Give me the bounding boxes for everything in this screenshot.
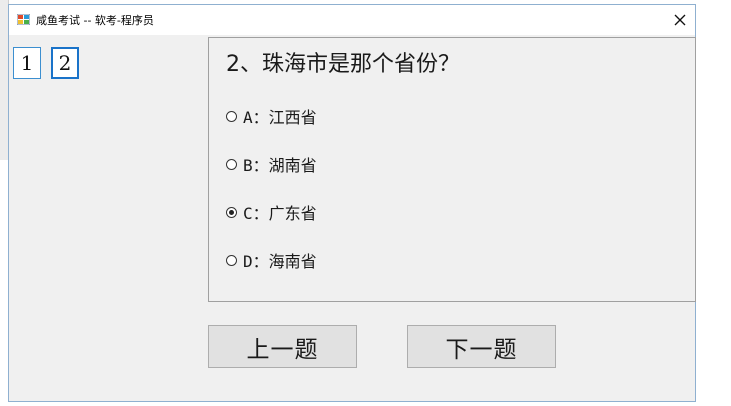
exam-window: 咸鱼考试 -- 软考-程序员 1 2 2、珠海市是那个省份？ A：江西省 B：湖… xyxy=(8,4,696,402)
option-d-label: D：海南省 xyxy=(243,252,317,271)
question-nav-button-1[interactable]: 1 xyxy=(13,47,41,79)
option-a[interactable]: A：江西省 xyxy=(226,106,317,127)
option-a-label: A：江西省 xyxy=(243,108,317,127)
radio-option-d[interactable] xyxy=(226,254,237,266)
radio-option-a[interactable] xyxy=(226,110,237,122)
next-question-button[interactable]: 下一题 xyxy=(407,325,556,368)
close-button[interactable] xyxy=(665,5,695,35)
app-icon xyxy=(17,14,30,25)
title-bar: 咸鱼考试 -- 软考-程序员 xyxy=(9,5,695,35)
previous-question-button[interactable]: 上一题 xyxy=(208,325,357,368)
option-b[interactable]: B：湖南省 xyxy=(226,154,317,175)
radio-option-c[interactable] xyxy=(226,206,237,218)
option-b-label: B：湖南省 xyxy=(243,156,317,175)
question-nav-button-2[interactable]: 2 xyxy=(51,47,79,79)
question-text: 2、珠海市是那个省份？ xyxy=(226,52,460,77)
option-c[interactable]: C：广东省 xyxy=(226,202,317,223)
option-d[interactable]: D：海南省 xyxy=(226,250,317,271)
option-c-label: C：广东省 xyxy=(243,204,317,223)
radio-option-b[interactable] xyxy=(226,158,237,170)
close-icon xyxy=(674,14,686,26)
question-panel: 2、珠海市是那个省份？ A：江西省 B：湖南省 C：广东省 D：海南省 xyxy=(208,37,696,302)
window-title: 咸鱼考试 -- 软考-程序员 xyxy=(36,14,154,27)
